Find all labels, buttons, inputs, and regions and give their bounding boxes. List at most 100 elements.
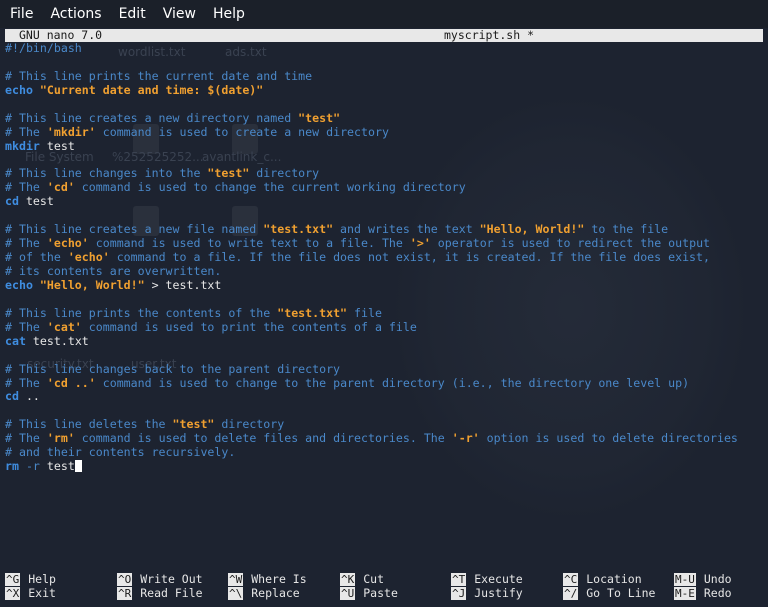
code-line[interactable]: # This line prints the current date and … bbox=[5, 68, 765, 84]
editor-buffer[interactable]: #!/bin/bash # This line prints the curren… bbox=[5, 41, 765, 474]
code-token: #!/bin/bash bbox=[5, 41, 82, 55]
shortcut-justify[interactable]: ^J Justify bbox=[451, 586, 563, 600]
code-token: # The bbox=[5, 124, 47, 139]
code-line[interactable] bbox=[5, 349, 765, 363]
shortcut-redo[interactable]: M-E Redo bbox=[674, 586, 768, 600]
menu-file[interactable]: File bbox=[0, 6, 40, 22]
shortcut-column: ^K Cut ^U Paste bbox=[340, 572, 452, 600]
code-token: -r bbox=[18, 459, 40, 474]
code-line[interactable]: cd test bbox=[5, 194, 765, 209]
code-line[interactable]: # The 'mkdir' command is used to create … bbox=[5, 124, 765, 140]
code-line[interactable] bbox=[5, 209, 765, 223]
code-token: # The bbox=[5, 236, 47, 251]
code-token: "test.txt" bbox=[277, 305, 348, 320]
code-token: 'echo' bbox=[46, 236, 89, 251]
shortcut-key: ^T bbox=[451, 573, 467, 586]
code-token: # This line changes back to the parent d… bbox=[5, 361, 341, 376]
shortcut-column: ^W Where Is ^\ Replace bbox=[228, 572, 340, 600]
shortcut-label: Execute bbox=[474, 572, 523, 586]
code-token: > test.txt bbox=[144, 277, 222, 292]
code-line[interactable]: # The 'cat' command is used to print the… bbox=[5, 319, 765, 335]
text-cursor bbox=[74, 459, 82, 472]
shortcut-where-is[interactable]: ^W Where Is bbox=[228, 572, 340, 586]
code-token: mkdir bbox=[5, 138, 40, 153]
code-line[interactable]: # This line changes back to the parent d… bbox=[5, 361, 765, 377]
shortcut-write-out[interactable]: ^O Write Out bbox=[117, 572, 229, 586]
shortcut-read-file[interactable]: ^R Read File bbox=[117, 586, 229, 600]
shortcut-label: Redo bbox=[703, 586, 732, 600]
terminal-window[interactable]: wordlist.txt ads.txt File System %252525… bbox=[0, 28, 768, 607]
code-token: 'mkdir' bbox=[46, 124, 96, 139]
code-line[interactable]: # The 'cd' command is used to change the… bbox=[5, 180, 765, 195]
shortcut-go-to-line[interactable]: ^/ Go To Line bbox=[563, 586, 675, 600]
code-token: "test.txt" bbox=[263, 222, 334, 237]
code-line[interactable] bbox=[5, 404, 765, 418]
code-line[interactable]: # and their contents recursively. bbox=[5, 445, 765, 460]
shortcut-key: ^G bbox=[5, 573, 21, 586]
code-token: # The bbox=[5, 375, 47, 390]
shortcut-cut[interactable]: ^K Cut bbox=[340, 572, 452, 586]
code-line[interactable]: # This line creates a new file named "te… bbox=[5, 222, 765, 237]
shortcut-label: Undo bbox=[703, 572, 732, 586]
shortcut-key: ^J bbox=[451, 587, 467, 600]
code-token: 'cat' bbox=[46, 319, 82, 334]
code-line[interactable] bbox=[5, 56, 765, 70]
code-line[interactable]: # This line creates a new directory name… bbox=[5, 110, 765, 126]
code-line[interactable]: cd .. bbox=[5, 389, 765, 404]
code-token: # This line deletes the bbox=[5, 417, 173, 432]
shortcut-location[interactable]: ^C Location bbox=[563, 572, 675, 586]
code-token: # The bbox=[5, 431, 47, 446]
menu-edit[interactable]: Edit bbox=[109, 6, 153, 22]
code-line[interactable] bbox=[5, 293, 765, 307]
code-token: # This line prints the current date and … bbox=[5, 68, 313, 83]
code-line[interactable]: # This line deletes the "test" directory bbox=[5, 417, 765, 432]
shortcut-key: ^K bbox=[340, 573, 356, 586]
code-token: operator is used to redirect the output bbox=[430, 236, 711, 251]
shortcut-help[interactable]: ^G Help bbox=[5, 572, 117, 586]
code-token: # This line creates a new directory name… bbox=[5, 110, 299, 125]
menu-help[interactable]: Help bbox=[203, 6, 252, 22]
code-line[interactable]: rm -r test bbox=[5, 459, 765, 474]
shortcut-exit[interactable]: ^X Exit bbox=[5, 586, 117, 600]
code-line[interactable]: # its contents are overwritten. bbox=[5, 264, 765, 279]
shortcut-column: ^C Location ^/ Go To Line bbox=[563, 572, 675, 600]
shortcut-key: ^X bbox=[5, 587, 21, 600]
shortcut-execute[interactable]: ^T Execute bbox=[451, 572, 563, 586]
code-line[interactable]: # The 'rm' command is used to delete fil… bbox=[5, 431, 765, 446]
code-token: 'cd' bbox=[46, 180, 75, 195]
code-token: command is used to print the contents of… bbox=[81, 319, 417, 334]
code-line[interactable]: echo "Current date and time: $(date)" bbox=[5, 82, 765, 98]
shortcut-label: Location bbox=[586, 572, 642, 586]
code-line[interactable]: mkdir test bbox=[5, 138, 765, 154]
code-token: "Current date and time: $(date)" bbox=[39, 82, 264, 97]
shortcut-label: Justify bbox=[474, 586, 523, 600]
code-line[interactable]: # of the 'echo' command to a file. If th… bbox=[5, 250, 765, 265]
code-line[interactable] bbox=[5, 98, 765, 112]
shortcut-label: Cut bbox=[363, 572, 385, 586]
shortcut-key: ^/ bbox=[563, 587, 579, 600]
code-line[interactable]: echo "Hello, World!" > test.txt bbox=[5, 277, 765, 293]
shortcut-key: ^O bbox=[117, 573, 133, 586]
code-line[interactable]: # The 'cd ..' command is used to change … bbox=[5, 375, 765, 391]
shortcut-label: Replace bbox=[251, 586, 300, 600]
shortcut-paste[interactable]: ^U Paste bbox=[340, 586, 452, 600]
code-token: test bbox=[18, 194, 54, 209]
code-token: directory bbox=[214, 417, 285, 432]
shortcut-column: ^G Help ^X Exit bbox=[5, 572, 117, 600]
shortcut-undo[interactable]: M-U Undo bbox=[674, 572, 768, 586]
menu-view[interactable]: View bbox=[153, 6, 203, 22]
code-token: "test" bbox=[172, 417, 215, 432]
code-line[interactable]: # This line changes into the "test" dire… bbox=[5, 166, 765, 181]
shortcut-key: ^U bbox=[340, 587, 356, 600]
code-line[interactable] bbox=[5, 154, 765, 168]
shortcut-replace[interactable]: ^\ Replace bbox=[228, 586, 340, 600]
code-line[interactable]: cat test.txt bbox=[5, 334, 765, 349]
shortcut-label: Paste bbox=[363, 586, 398, 600]
code-line[interactable]: # The 'echo' command is used to write te… bbox=[5, 236, 765, 251]
menu-actions[interactable]: Actions bbox=[40, 6, 108, 22]
code-token: test bbox=[39, 459, 75, 474]
code-line[interactable]: # This line prints the contents of the "… bbox=[5, 305, 765, 321]
code-token: test bbox=[39, 138, 75, 153]
code-line[interactable]: #!/bin/bash bbox=[5, 41, 765, 56]
